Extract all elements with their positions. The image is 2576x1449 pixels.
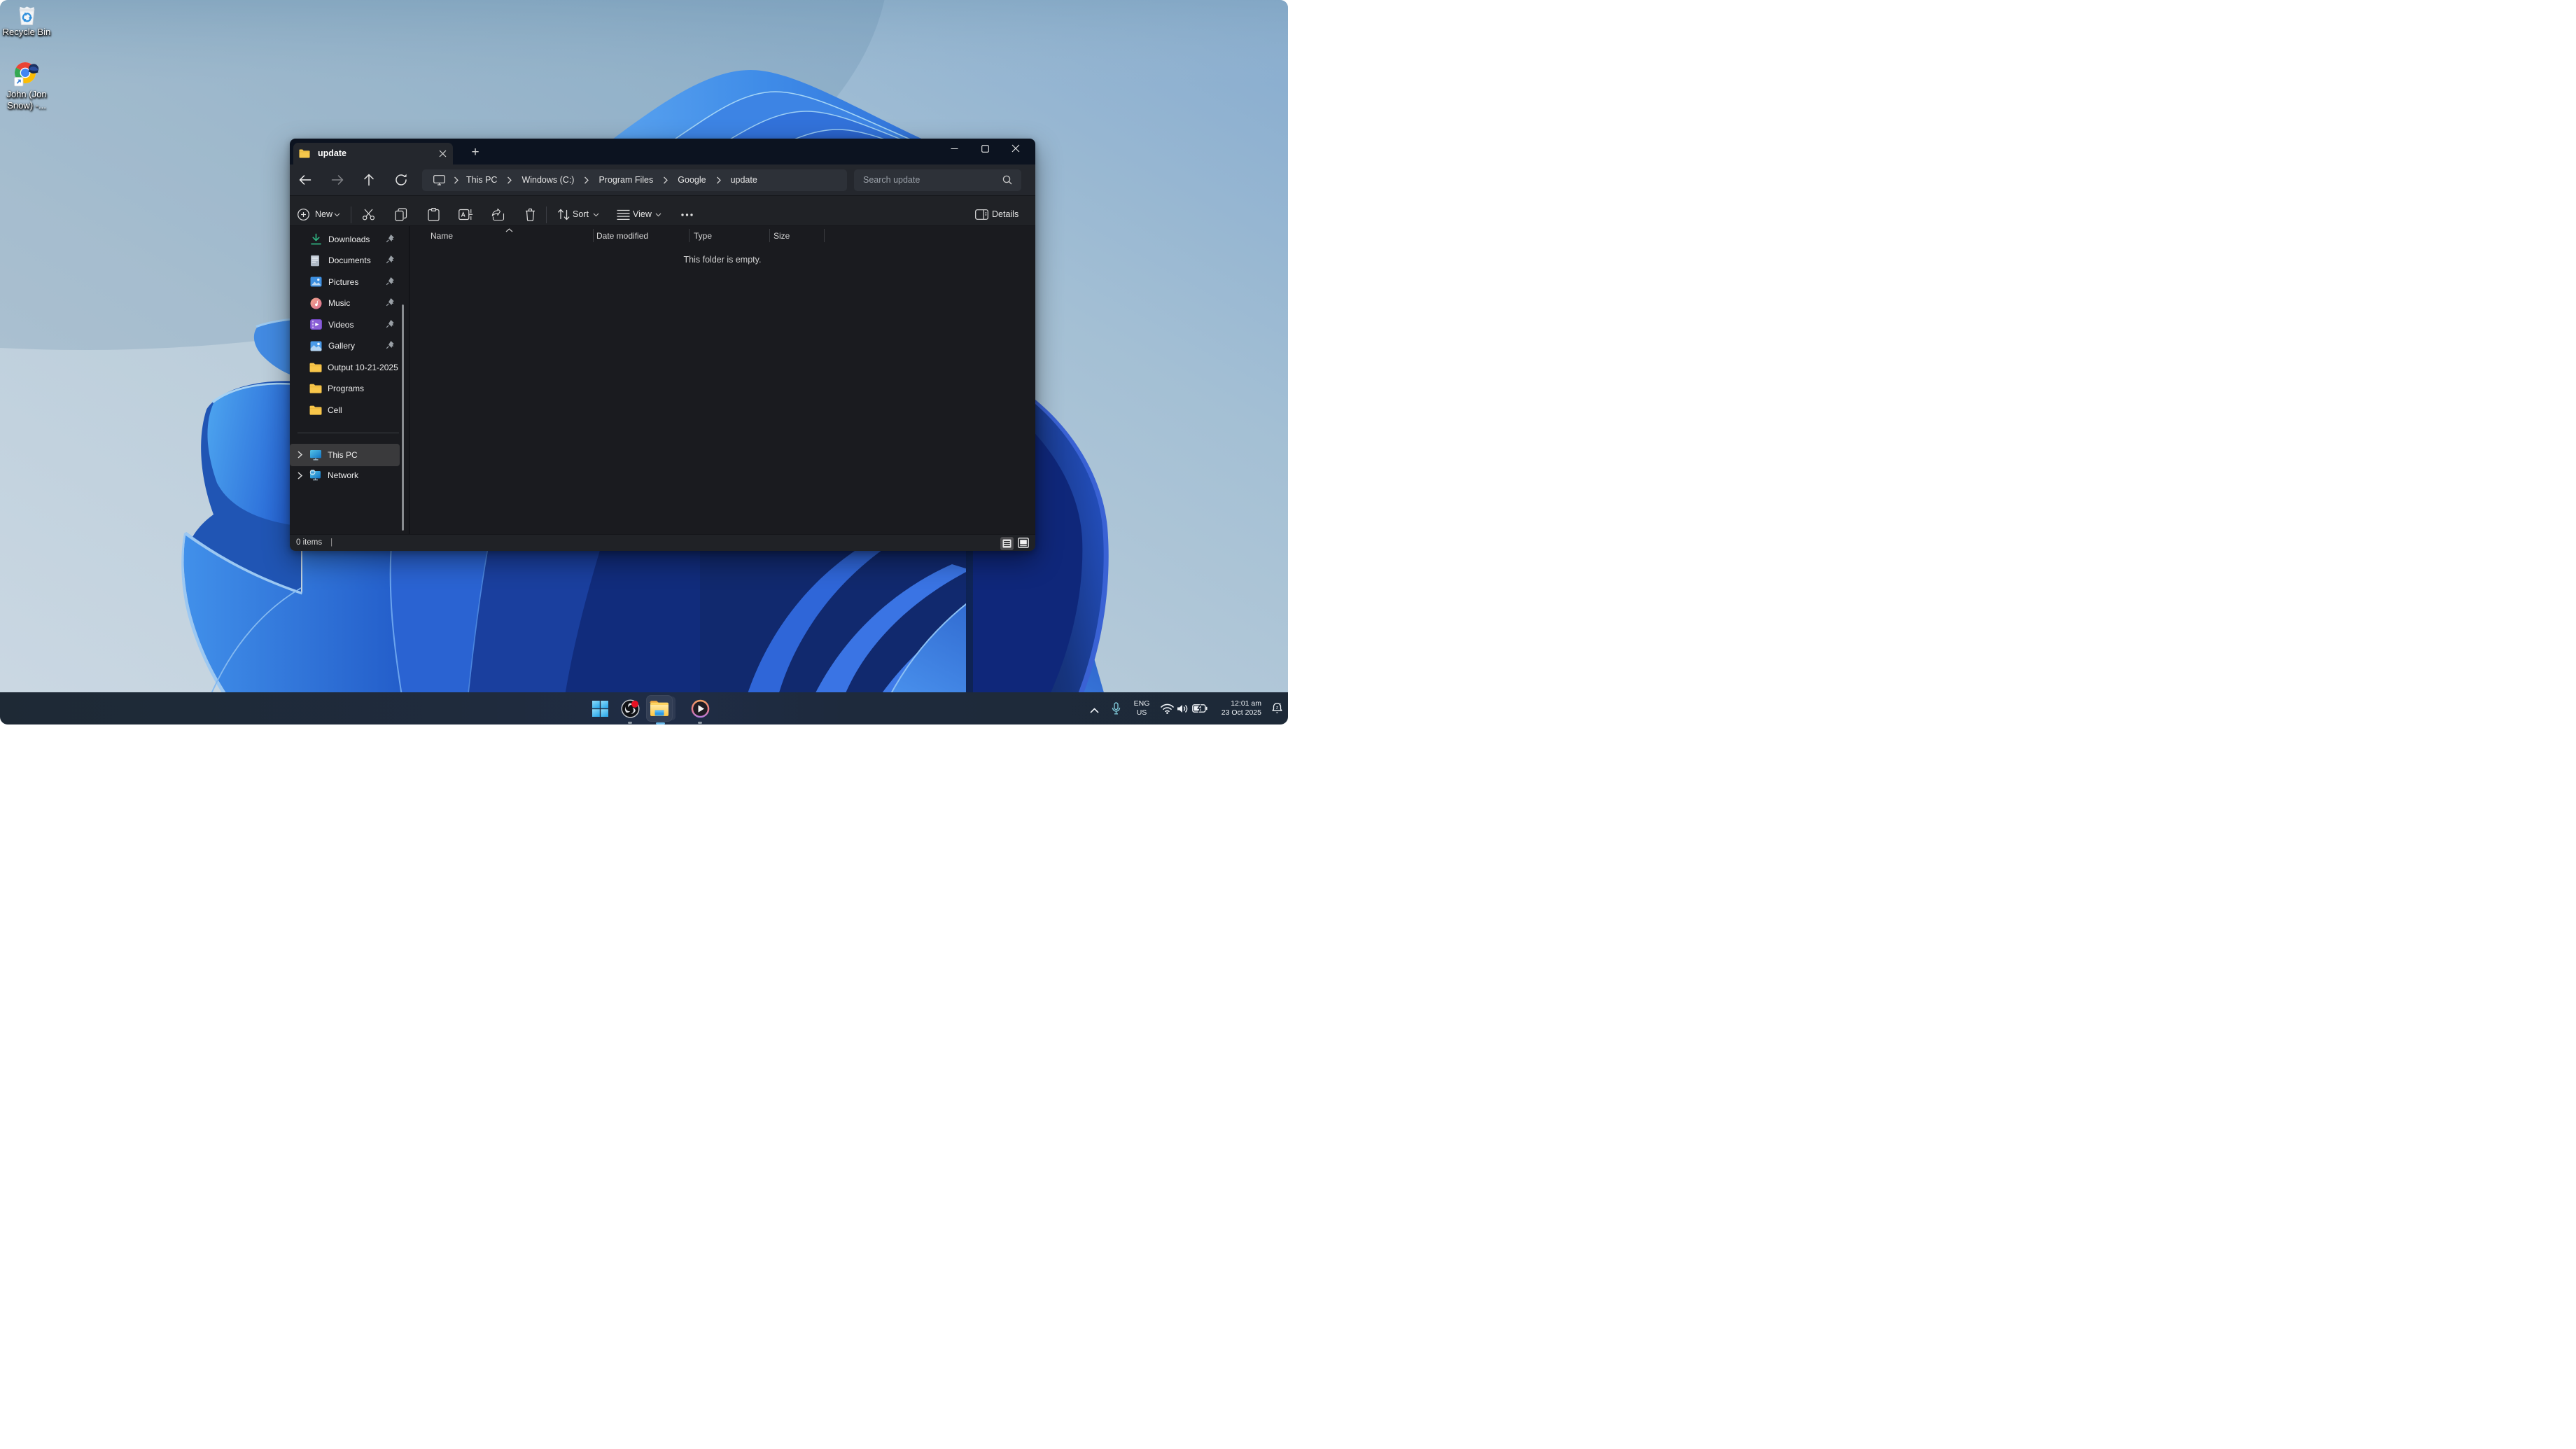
svg-text:z: z: [1276, 705, 1278, 710]
